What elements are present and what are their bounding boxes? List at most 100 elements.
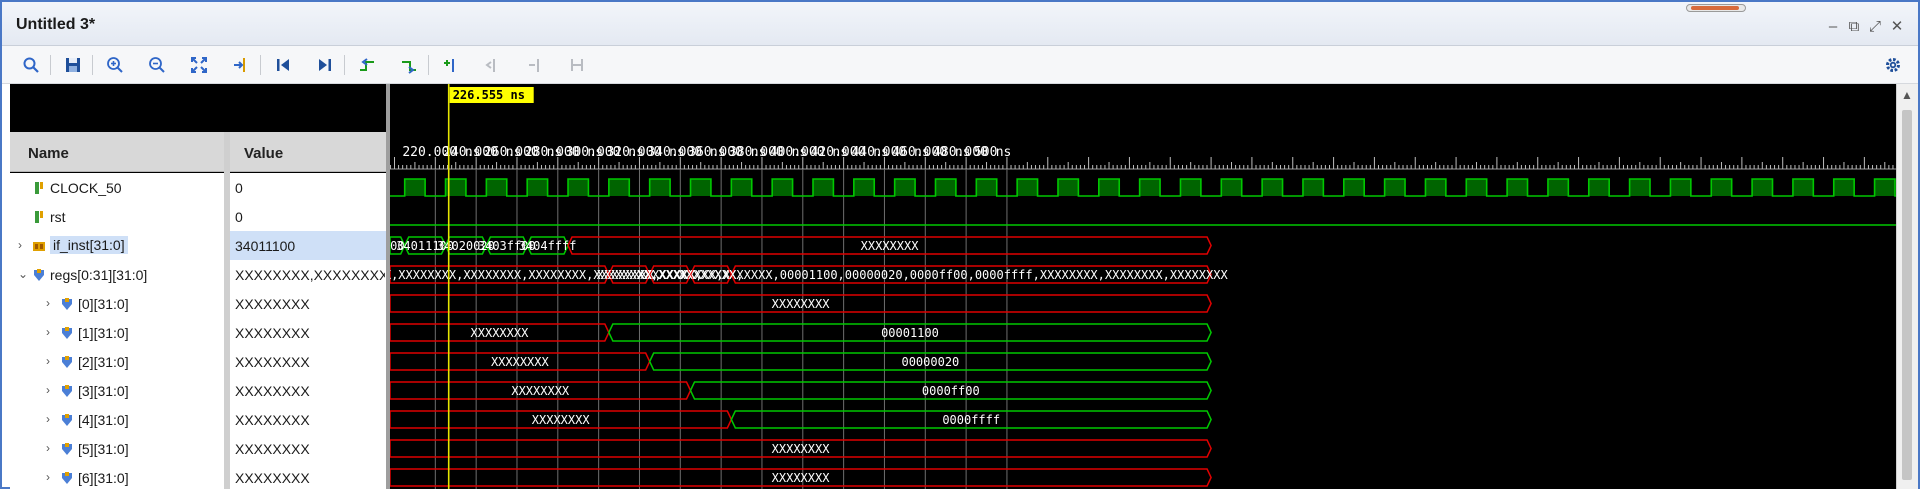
signal-name-cell[interactable]: › [2][31:0] — [10, 347, 224, 376]
clock-high-fill — [1262, 179, 1283, 196]
signal-row[interactable]: › [6][31:0] XXXXXXXX — [10, 463, 386, 492]
clock-high-fill — [568, 179, 589, 196]
signal-name-cell[interactable]: CLOCK_50 — [10, 173, 224, 202]
signal-name-cell[interactable]: › if_inst[31:0] — [10, 231, 224, 260]
signal-value-cell[interactable]: XXXXXXXX — [230, 318, 386, 347]
next-transition-icon[interactable] — [396, 52, 422, 78]
expand-chevron-icon[interactable]: › — [46, 354, 50, 368]
go-to-last-time-icon[interactable] — [312, 52, 338, 78]
clock-high-fill — [812, 179, 834, 196]
settings-gear-icon[interactable] — [1880, 52, 1906, 78]
view-scroll-pill[interactable] — [1686, 4, 1746, 12]
go-to-time-zero-icon[interactable] — [270, 52, 296, 78]
signal-name-cell[interactable]: › [5][31:0] — [10, 434, 224, 463]
column-header: Name Value — [10, 132, 386, 172]
array-signal-icon — [60, 471, 74, 485]
signal-name-cell[interactable]: › [0][31:0] — [10, 289, 224, 318]
signal-name-cell[interactable]: ⌄ regs[0:31][31:0] — [10, 260, 224, 289]
bus-segment-value: XXXXXXXX — [861, 239, 920, 253]
clock-high-fill — [1221, 179, 1242, 196]
signal-value-cell[interactable]: XXXXXXXX — [230, 434, 386, 463]
clock-high-fill — [1752, 179, 1773, 196]
signal-value: 0 — [235, 180, 243, 196]
clock-high-fill — [649, 179, 671, 196]
scroll-thumb[interactable] — [1902, 110, 1912, 480]
clock-high-fill — [1343, 179, 1365, 196]
signal-name-cell[interactable]: › [3][31:0] — [10, 376, 224, 405]
bus-segment-value: 00000020 — [901, 355, 959, 369]
signal-row[interactable]: › [5][31:0] XXXXXXXX — [10, 434, 386, 463]
clock-high-fill — [935, 179, 956, 196]
array-signal-icon — [60, 384, 74, 398]
signal-value: XXXXXXXX — [235, 412, 310, 428]
signal-row[interactable]: › if_inst[31:0] 34011100 — [10, 231, 386, 260]
signal-value-cell[interactable]: XXXXXXXX — [230, 376, 386, 405]
signal-value-cell[interactable]: 0 — [230, 202, 386, 231]
collapse-chevron-icon[interactable]: ⌄ — [18, 267, 28, 281]
clock-high-fill — [527, 179, 548, 196]
search-icon[interactable] — [18, 52, 44, 78]
zoom-fit-icon[interactable] — [186, 52, 212, 78]
go-to-cursor-icon[interactable] — [228, 52, 254, 78]
signal-row[interactable]: › [2][31:0] XXXXXXXX — [10, 347, 386, 376]
restore-icon[interactable]: ⧉ — [1845, 18, 1863, 36]
signal-row[interactable]: › [1][31:0] XXXXXXXX — [10, 318, 386, 347]
maximize-icon[interactable]: ⤢ — [1866, 18, 1884, 36]
expand-chevron-icon[interactable]: › — [18, 238, 22, 252]
clock-high-fill — [1466, 179, 1487, 196]
signal-value: 34011100 — [235, 238, 296, 254]
signal-value-cell[interactable]: 0 — [230, 173, 386, 202]
previous-transition-icon[interactable] — [354, 52, 380, 78]
signal-row[interactable]: › [0][31:0] XXXXXXXX — [10, 289, 386, 318]
value-column-header[interactable]: Value — [244, 145, 283, 162]
expand-chevron-icon[interactable]: › — [46, 441, 50, 455]
bit-signal-icon — [32, 181, 46, 195]
expand-chevron-icon[interactable]: › — [46, 325, 50, 339]
waveform-panel[interactable]: 220.000 ns 240.000 ns 260.000 ns 280.000 ns… — [390, 84, 1896, 489]
signal-value-cell[interactable]: XXXXXXXX — [230, 405, 386, 434]
signal-name-cell[interactable]: rst — [10, 202, 224, 231]
array-signal-icon — [60, 297, 74, 311]
array-signal-icon — [32, 268, 46, 282]
zoom-out-icon[interactable] — [144, 52, 170, 78]
clock-high-fill — [1384, 179, 1406, 196]
signal-row[interactable]: › [4][31:0] XXXXXXXX — [10, 405, 386, 434]
signal-row[interactable]: CLOCK_50 0 — [10, 173, 386, 202]
signal-value-cell[interactable]: XXXXXXXX,XXXXXXXX — [230, 260, 386, 289]
signal-name: CLOCK_50 — [50, 180, 122, 196]
add-marker-icon[interactable] — [438, 52, 464, 78]
array-signal-icon — [60, 326, 74, 340]
signal-row[interactable]: rst 0 — [10, 202, 386, 231]
clock-high-fill — [1711, 179, 1732, 196]
save-icon[interactable] — [60, 52, 86, 78]
signal-row[interactable]: ⌄ regs[0:31][31:0] XXXXXXXX,XXXXXXXX — [10, 260, 386, 289]
close-icon[interactable]: ✕ — [1888, 18, 1906, 36]
signal-value-cell[interactable]: XXXXXXXX — [230, 347, 386, 376]
expand-chevron-icon[interactable]: › — [46, 296, 50, 310]
signal-name-cell[interactable]: › [1][31:0] — [10, 318, 224, 347]
scroll-up-icon[interactable]: ▲ — [1901, 88, 1913, 102]
signal-value-cell[interactable]: XXXXXXXX — [230, 463, 386, 492]
signal-name-cell[interactable]: › [6][31:0] — [10, 463, 224, 492]
zoom-in-icon[interactable] — [102, 52, 128, 78]
waveform-canvas[interactable]: 220.000 ns240.000 ns260.000 ns280.000 ns… — [390, 84, 1896, 489]
vertical-scrollbar[interactable]: ▲ — [1896, 84, 1918, 489]
expand-chevron-icon[interactable]: › — [46, 470, 50, 484]
signal-row[interactable]: › [3][31:0] XXXXXXXX — [10, 376, 386, 405]
bus-segment-value: XXXXXXXX — [532, 413, 591, 427]
signal-name-cell[interactable]: › [4][31:0] — [10, 405, 224, 434]
waveform-window: Untitled 3* – ⧉ ⤢ ✕ Name Value CLOCK_50 … — [0, 0, 1920, 492]
bus-segment-value: 0000ffff — [942, 413, 1000, 427]
signal-value-cell[interactable]: 34011100 — [230, 231, 386, 260]
toolbar — [2, 46, 1918, 84]
previous-marker-icon — [480, 52, 506, 78]
bus-segment-value: 0000ff00 — [922, 384, 980, 398]
signal-value-cell[interactable]: XXXXXXXX — [230, 289, 386, 318]
name-column-header[interactable]: Name — [28, 145, 69, 162]
bus-segment-value: 00001100 — [881, 326, 939, 340]
clock-high-fill — [1139, 179, 1161, 196]
next-marker-icon — [522, 52, 548, 78]
expand-chevron-icon[interactable]: › — [46, 383, 50, 397]
minimize-icon[interactable]: – — [1824, 18, 1842, 36]
expand-chevron-icon[interactable]: › — [46, 412, 50, 426]
